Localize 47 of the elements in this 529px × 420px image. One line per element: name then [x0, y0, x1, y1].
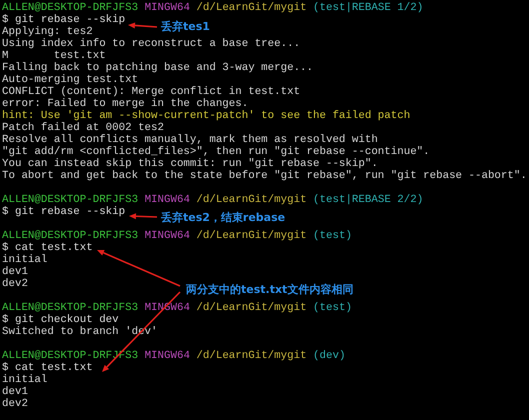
branch-status: (test) [313, 302, 352, 314]
directory-path: /d/LearnGit/mygit [196, 194, 307, 206]
directory-path: /d/LearnGit/mygit [196, 230, 307, 242]
branch-status: (test) [313, 230, 352, 242]
output-line: Resolve all conflicts manually, mark them as resolved with [2, 134, 378, 146]
shell-name: MINGW64 [144, 2, 190, 14]
shell-name: MINGW64 [144, 194, 190, 206]
output-line: dev2 [2, 278, 28, 290]
output-line: Using index info to reconstruct a base tree... [2, 38, 300, 50]
output-line: To abort and get back to the state before "git rebase", run "git rebase --abort". [2, 170, 527, 182]
user-host: ALLEN@DESKTOP-DRFJFS3 [2, 2, 138, 14]
directory-path: /d/LearnGit/mygit [196, 302, 307, 314]
branch-status: (dev) [313, 350, 346, 362]
annotation-text: 丢弃tes2，结束rebase [161, 211, 286, 225]
user-host: ALLEN@DESKTOP-DRFJFS3 [2, 230, 138, 242]
user-host: ALLEN@DESKTOP-DRFJFS3 [2, 194, 138, 206]
directory-path: /d/LearnGit/mygit [196, 350, 307, 362]
output-line: initial [2, 254, 48, 266]
user-host: ALLEN@DESKTOP-DRFJFS3 [2, 302, 138, 314]
annotation-text: 丢弃tes1 [161, 20, 210, 34]
output-line: Falling back to patching base and 3-way merge... [2, 62, 314, 74]
hint-line: hint: Use 'git am --show-current-patch' to see the failed patch [2, 110, 410, 122]
output-line: Auto-merging test.txt [2, 74, 138, 86]
output-line: You can instead skip this commit: run "git rebase --skip". [2, 158, 378, 170]
command-line: $ git rebase --skip [2, 14, 126, 26]
annotation-text: 两分支中的test.txt文件内容相同 [186, 283, 354, 297]
branch-status: (test|REBASE 2/2) [313, 194, 424, 206]
arrow [129, 213, 158, 220]
output-line: dev1 [2, 266, 28, 278]
command-line: $ cat test.txt [2, 362, 93, 374]
shell-name: MINGW64 [144, 230, 190, 242]
output-line: error: Failed to merge in the changes. [2, 98, 248, 110]
branch-status: (test|REBASE 1/2) [313, 2, 424, 14]
command-line: $ git rebase --skip [2, 206, 126, 218]
command-line: $ git checkout dev [2, 314, 119, 326]
command-line: $ cat test.txt [2, 242, 93, 254]
output-line: "git add/rm <conflicted_files>", then run "git rebase --continue". [2, 146, 430, 158]
output-line: Applying: tes2 [2, 26, 93, 38]
directory-path: /d/LearnGit/mygit [196, 2, 307, 14]
arrow [128, 22, 158, 28]
output-line: initial [2, 374, 48, 386]
output-line: M test.txt [2, 50, 106, 62]
shell-name: MINGW64 [144, 350, 190, 362]
output-line: dev1 [2, 386, 28, 398]
output-line: Patch failed at 0002 tes2 [2, 122, 164, 134]
output-line: CONFLICT (content): Merge conflict in test.txt [2, 86, 300, 98]
output-line: dev2 [2, 398, 28, 410]
